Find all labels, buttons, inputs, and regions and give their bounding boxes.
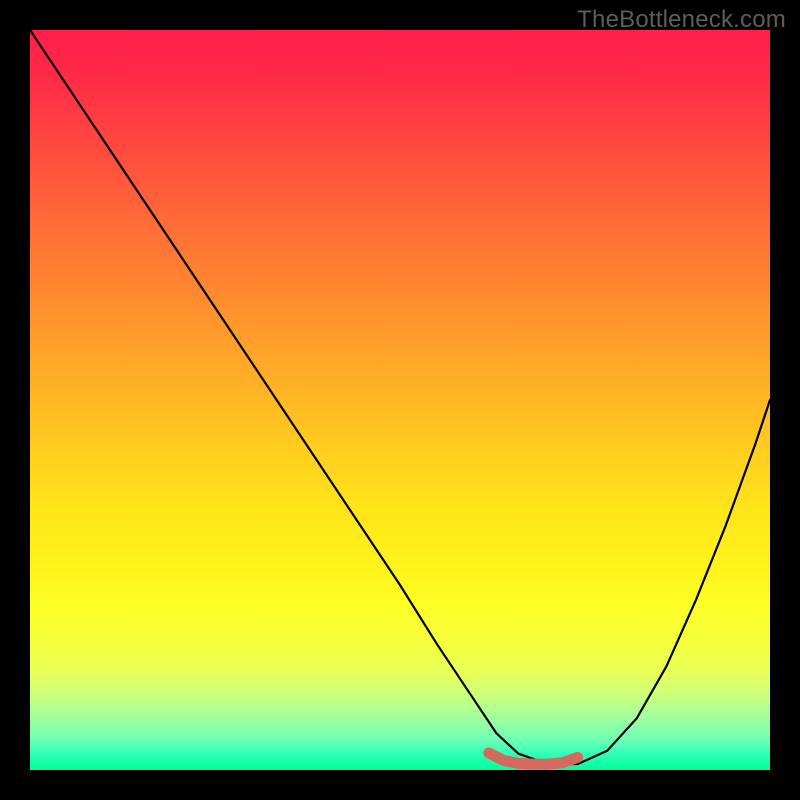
curve-layer [30, 30, 770, 770]
bottleneck-curve [30, 30, 770, 764]
chart-frame: TheBottleneck.com [0, 0, 800, 800]
plot-area [30, 30, 770, 770]
watermark-text: TheBottleneck.com [577, 6, 786, 34]
